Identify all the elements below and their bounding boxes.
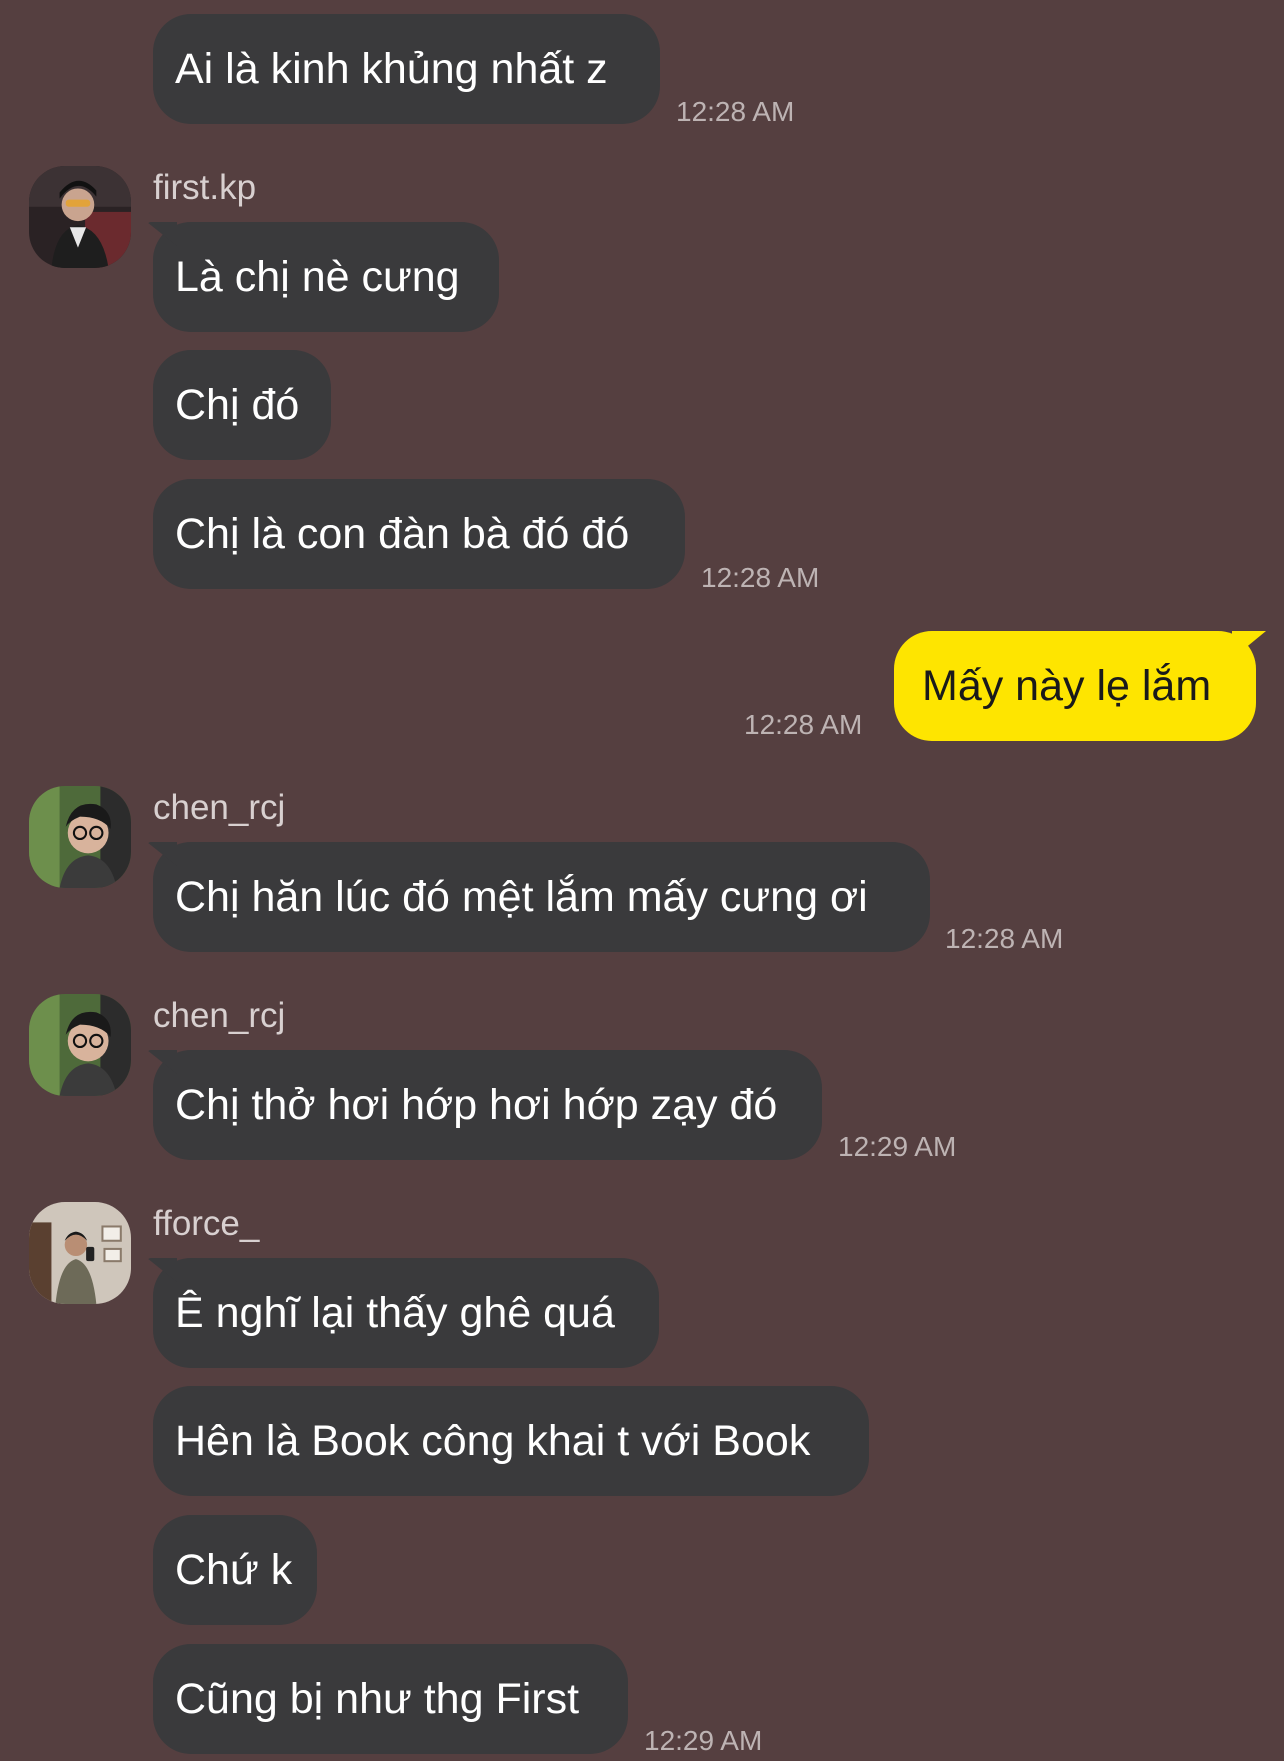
message-timestamp: 12:28 AM: [676, 96, 795, 127]
outgoing-message-bubble[interactable]: Mấy này lẹ lắm: [894, 631, 1256, 741]
message-bubble[interactable]: Là chị nè cưng: [153, 222, 499, 332]
message-timestamp: 12:29 AM: [838, 1131, 957, 1162]
message-bubble[interactable]: Ê nghĩ lại thấy ghê quá: [153, 1258, 659, 1368]
sender-name: chen_rcj: [153, 996, 286, 1035]
message-bubble[interactable]: Cũng bị như thg First: [153, 1644, 628, 1754]
sender-name: chen_rcj: [153, 788, 286, 827]
sender-name: first.kp: [153, 168, 257, 207]
message-bubble[interactable]: Chị đó: [153, 350, 331, 460]
message-bubble[interactable]: Ai là kinh khủng nhất z: [153, 14, 660, 124]
avatar-fforce[interactable]: [29, 1202, 131, 1304]
message-bubble[interactable]: Chị hăn lúc đó mệt lắm mấy cưng ơi: [153, 842, 930, 952]
message-bubble[interactable]: Chị thở hơi hớp hơi hớp zạy đó: [153, 1050, 822, 1160]
message-timestamp: 12:28 AM: [701, 562, 820, 593]
message-bubble[interactable]: Chứ k: [153, 1515, 317, 1625]
sender-name: fforce_: [153, 1204, 260, 1243]
chat-thread: Ai là kinh khủng nhất z 12:28 AM first.k…: [0, 0, 1284, 1761]
avatar-chen-rcj[interactable]: [29, 786, 131, 888]
message-timestamp: 12:28 AM: [945, 923, 1064, 954]
message-bubble[interactable]: Chị là con đàn bà đó đó: [153, 479, 685, 589]
message-timestamp: 12:29 AM: [644, 1725, 763, 1756]
avatar-chen-rcj[interactable]: [29, 994, 131, 1096]
avatar-first-kp[interactable]: [29, 166, 131, 268]
message-timestamp: 12:28 AM: [744, 709, 863, 740]
message-bubble[interactable]: Hên là Book công khai t với Book: [153, 1386, 869, 1496]
